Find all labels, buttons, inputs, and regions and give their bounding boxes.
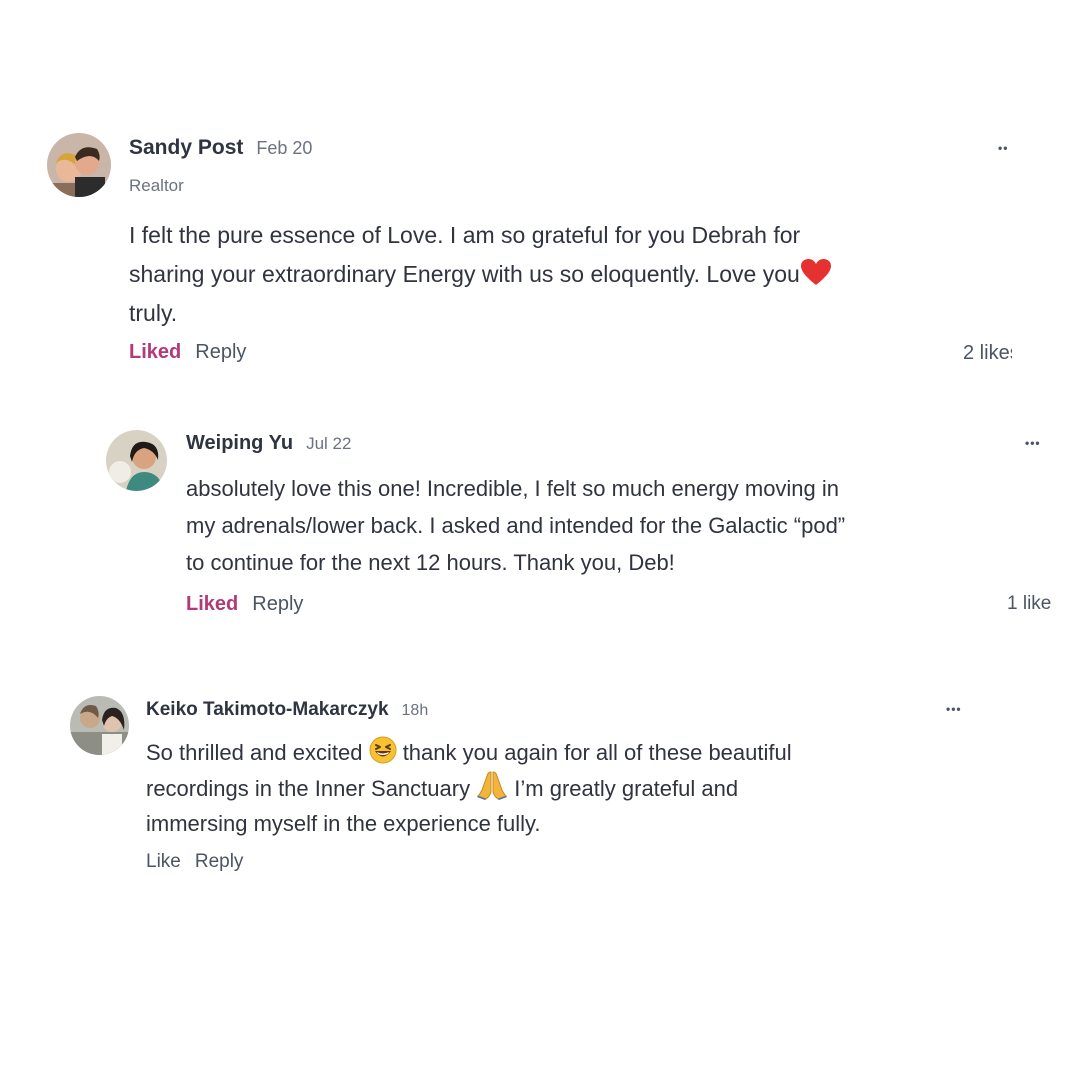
like-button[interactable]: Liked bbox=[129, 341, 181, 364]
comment-date[interactable]: Jul 22 bbox=[306, 434, 351, 454]
comment-line: my adrenals/lower back. I asked and inte… bbox=[186, 513, 846, 538]
avatar-photo-icon bbox=[106, 430, 167, 491]
comment-line-text: recordings in the Inner Sanctuary bbox=[146, 776, 477, 801]
likes-count[interactable]: 1 like bbox=[1007, 593, 1051, 615]
author-name[interactable]: Sandy Post bbox=[129, 136, 243, 160]
comment-body: I felt the pure essence of Love. I am so… bbox=[129, 216, 832, 333]
comment-line-text: thank you again for all of these beautif… bbox=[396, 740, 792, 765]
comment-actions: Liked Reply bbox=[186, 593, 303, 616]
folded-hands-icon bbox=[477, 771, 508, 800]
comment-line-text: sharing your extraordinary Energy with u… bbox=[129, 261, 800, 287]
grinning-squinting-face-icon bbox=[369, 736, 397, 764]
comment-line-text: I’m greatly grateful and bbox=[508, 776, 739, 801]
reply-button[interactable]: Reply bbox=[252, 593, 303, 616]
comment-line: immersing myself in the experience fully… bbox=[146, 811, 541, 836]
comment-actions: Liked Reply bbox=[129, 341, 246, 364]
comment-date[interactable]: 18h bbox=[402, 702, 429, 720]
comment-line: I felt the pure essence of Love. I am so… bbox=[129, 222, 801, 248]
comment-body: So thrilled and excited thank you again … bbox=[146, 735, 792, 841]
avatar[interactable] bbox=[70, 696, 129, 755]
comment-actions: Like Reply bbox=[146, 851, 243, 873]
comment-line: absolutely love this one! Incredible, I … bbox=[186, 476, 840, 501]
more-options-button[interactable]: •• bbox=[998, 142, 1008, 154]
avatar[interactable] bbox=[47, 133, 111, 197]
comment-line: sharing your extraordinary Energy with u… bbox=[129, 255, 832, 294]
avatar-photo-icon bbox=[70, 696, 129, 755]
comment-line-text: So thrilled and excited bbox=[146, 740, 369, 765]
comment-line: So thrilled and excited thank you again … bbox=[146, 735, 792, 770]
reply-button[interactable]: Reply bbox=[195, 341, 246, 364]
author-role: Realtor bbox=[129, 176, 184, 195]
reply-button[interactable]: Reply bbox=[195, 851, 244, 873]
comment-date[interactable]: Feb 20 bbox=[256, 138, 312, 159]
like-button[interactable]: Like bbox=[146, 851, 181, 873]
red-heart-icon bbox=[800, 259, 831, 285]
comment-header: Weiping Yu Jul 22 bbox=[186, 432, 351, 455]
comment-header: Keiko Takimoto-Makarczyk 18h bbox=[146, 699, 428, 721]
like-button[interactable]: Liked bbox=[186, 593, 238, 616]
comment-line: to continue for the next 12 hours. Thank… bbox=[186, 550, 675, 575]
more-options-button[interactable]: ••• bbox=[1025, 437, 1041, 449]
comment-body: absolutely love this one! Incredible, I … bbox=[186, 470, 845, 581]
comment-line: truly. bbox=[129, 300, 178, 326]
avatar-photo-icon bbox=[47, 133, 111, 197]
author-name[interactable]: Weiping Yu bbox=[186, 432, 293, 455]
likes-count[interactable]: 2 likes bbox=[963, 342, 1012, 365]
more-options-button[interactable]: ••• bbox=[946, 703, 962, 715]
comment-header: Sandy Post Feb 20 bbox=[129, 136, 312, 160]
comment-line: recordings in the Inner Sanctuary I’m gr… bbox=[146, 770, 792, 806]
avatar[interactable] bbox=[106, 430, 167, 491]
author-name[interactable]: Keiko Takimoto-Makarczyk bbox=[146, 699, 389, 721]
